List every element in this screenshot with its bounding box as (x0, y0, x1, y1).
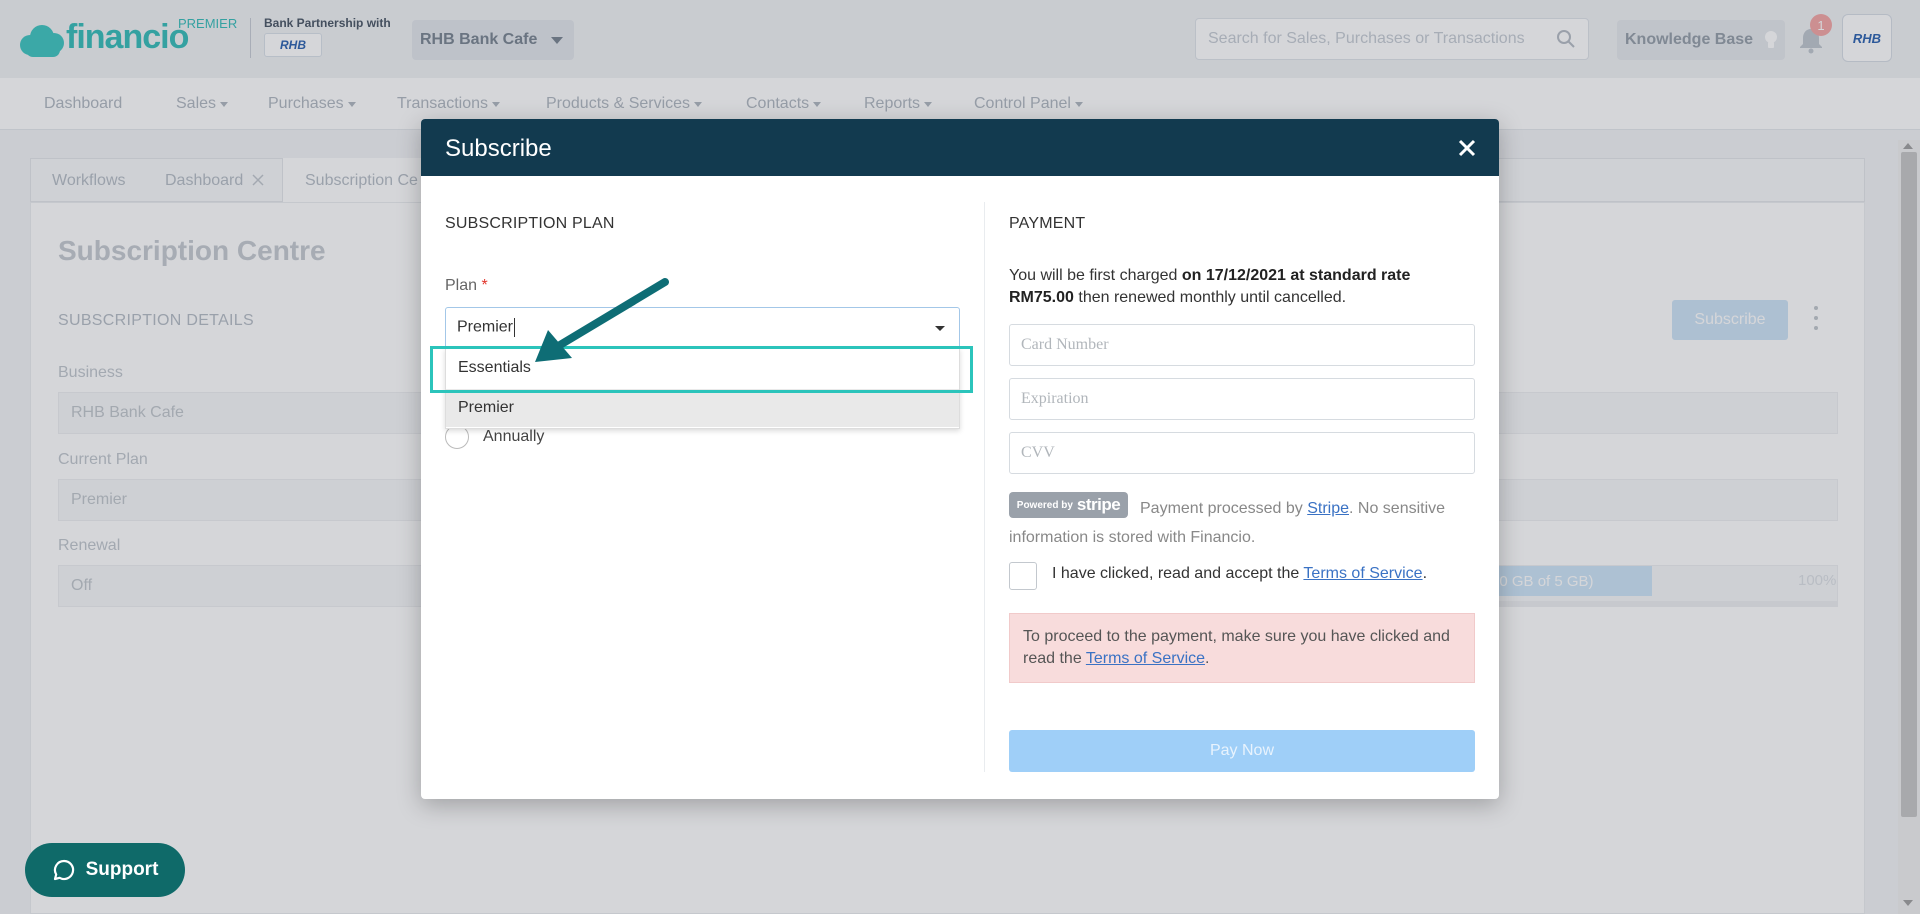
modal-title: Subscribe (445, 135, 552, 162)
charge-notice: You will be first charged on 17/12/2021 … (1009, 265, 1479, 309)
subscription-plan-heading: SUBSCRIPTION PLAN (445, 215, 615, 232)
alert-tos-link[interactable]: Terms of Service (1086, 650, 1205, 667)
alert-suffix: . (1205, 650, 1210, 667)
tos-link[interactable]: Terms of Service (1303, 565, 1422, 582)
chat-bubble-icon (53, 859, 74, 881)
text-cursor (514, 318, 516, 337)
stripe-text-prefix: Payment processed by (1140, 500, 1308, 517)
plan-label: Plan * (445, 277, 488, 295)
stripe-badge-big: stripe (1076, 495, 1121, 514)
payment-heading: PAYMENT (1009, 215, 1086, 232)
required-mark: * (481, 277, 488, 294)
tos-checkbox[interactable] (1009, 562, 1037, 590)
plan-option-premier[interactable]: Premier (446, 389, 959, 427)
highlight-box (430, 346, 973, 393)
charge-suffix: then renewed monthly until cancelled. (1073, 289, 1347, 306)
plan-label-text: Plan (445, 277, 478, 294)
payment-alert: To proceed to the payment, make sure you… (1009, 613, 1475, 683)
close-icon[interactable] (1452, 133, 1482, 163)
pointer-arrow-icon (535, 278, 669, 362)
modal-header: Subscribe (421, 119, 1499, 176)
stripe-link[interactable]: Stripe (1307, 500, 1349, 517)
card-number-input[interactable] (1021, 336, 1463, 354)
tos-suffix: . (1422, 565, 1428, 582)
column-divider (984, 202, 985, 772)
tos-label: I have clicked, read and accept the Term… (1052, 565, 1427, 583)
annually-radio-label: Annually (483, 428, 545, 445)
expiration-input[interactable] (1021, 390, 1463, 408)
pay-now-button[interactable]: Pay Now (1009, 730, 1475, 772)
cvv-field[interactable] (1009, 432, 1475, 474)
card-number-field[interactable] (1009, 324, 1475, 366)
cvv-input[interactable] (1021, 444, 1463, 462)
stripe-badge-small: Powered by (1016, 499, 1073, 511)
charge-prefix: You will be first charged (1009, 267, 1182, 284)
plan-select-value: Premier (457, 318, 514, 336)
subscribe-modal: Subscribe SUBSCRIPTION PLAN Plan * Premi… (421, 119, 1499, 799)
support-button[interactable]: Support (25, 843, 185, 897)
tos-prefix: I have clicked, read and accept the (1052, 565, 1304, 582)
caret-down-icon[interactable] (935, 326, 945, 331)
support-label: Support (85, 859, 159, 880)
powered-by-stripe-badge: Powered by stripe (1009, 492, 1128, 518)
expiration-field[interactable] (1009, 378, 1475, 420)
